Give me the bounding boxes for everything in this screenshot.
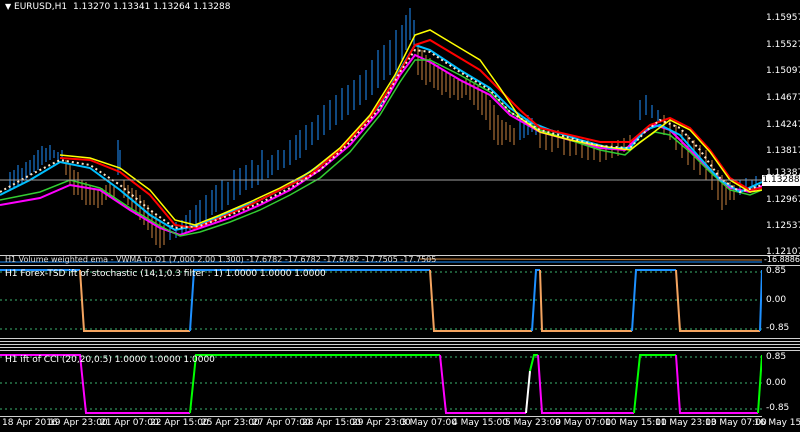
chart-symbol-title: ▼ EURUSD,H1 1.13270 1.13341 1.13264 1.13… — [5, 2, 230, 12]
pane-separator[interactable] — [0, 344, 800, 345]
tsd-tick: 0.00 — [766, 295, 787, 305]
cci-white-line — [525, 370, 531, 414]
main-price-chart[interactable]: ▼ EURUSD,H1 1.13270 1.13341 1.13264 1.13… — [0, 0, 762, 255]
tsd-axis: 0.85 0.00 -0.85 — [762, 266, 800, 338]
cci-title: H1 ift of CCI (20,20,0.5) 1.0000 1.0000 … — [5, 355, 215, 365]
time-tick: 19 Apr 23:00 — [49, 418, 108, 428]
price-tick: 1.14677 — [766, 93, 800, 103]
tsd-tick: -0.85 — [766, 323, 790, 333]
vwma-axis-label: -16.8886 — [764, 255, 800, 264]
tsd-tick: 0.85 — [766, 266, 787, 276]
price-tick: 1.13817 — [766, 146, 800, 156]
vwma-axis: -16.8886 — [762, 255, 800, 265]
time-tick: 5 May 23:00 — [505, 418, 561, 428]
cci-pane[interactable]: H1 ift of CCI (20,20,0.5) 1.0000 1.0000 … — [0, 351, 762, 416]
price-tick: 1.12537 — [766, 221, 800, 231]
cci-magenta-line-4 — [675, 354, 758, 414]
current-price-tag: 1.13288 — [762, 175, 800, 186]
ma-dotted-line — [0, 48, 762, 230]
time-tick: 16 May 15:00 — [754, 418, 800, 428]
candlesticks — [9, 8, 757, 248]
price-tick: 1.12967 — [766, 195, 800, 205]
time-tick: 22 Apr 15:00 — [150, 418, 209, 428]
ohlc-values: 1.13270 1.13341 1.13264 1.13288 — [73, 2, 231, 12]
price-chart-svg — [0, 8, 762, 248]
cci-magenta-line-3 — [537, 354, 634, 414]
ma-green-line — [0, 59, 762, 237]
time-tick: 4 May 15:00 — [452, 418, 508, 428]
pane-separator[interactable] — [0, 341, 800, 342]
tsd-stochastic-pane[interactable]: H1 Forex-TSD ift of stochastic (14,1,0.3… — [0, 266, 762, 338]
cci-magenta-line-2 — [439, 354, 526, 414]
time-tick: 9 May 07:00 — [555, 418, 611, 428]
tsd-title: H1 Forex-TSD ift of stochastic (14,1,0.3… — [5, 269, 326, 279]
price-axis[interactable]: 1.15957 1.15527 1.15097 1.14677 1.14247 … — [762, 0, 800, 257]
price-tick: 1.15097 — [766, 66, 800, 76]
time-tick: 25 Apr 23:00 — [201, 418, 260, 428]
cci-axis: 0.85 0.00 -0.85 — [762, 351, 800, 416]
cci-tick: -0.85 — [766, 403, 790, 413]
time-axis[interactable]: 18 Apr 2016 19 Apr 23:00 21 Apr 07:00 22… — [0, 416, 800, 432]
vwma-title: H1 Volume weighted ema - VWMA to O1 (7,0… — [5, 256, 437, 264]
pane-separator[interactable] — [0, 338, 800, 339]
vwma-indicator-pane[interactable]: H1 Volume weighted ema - VWMA to O1 (7,0… — [0, 256, 762, 265]
time-tick: 3 May 07:00 — [401, 418, 457, 428]
cci-green-line — [189, 354, 440, 414]
cci-tick: 0.00 — [766, 378, 787, 388]
ma-magenta-line — [0, 53, 762, 237]
ma-red-line — [59, 38, 762, 230]
price-tick: 1.15957 — [766, 13, 800, 23]
price-tick: 1.15527 — [766, 40, 800, 50]
tsd-orange-line-4 — [675, 269, 760, 332]
price-tick: 1.14247 — [766, 120, 800, 130]
pane-separator[interactable] — [0, 347, 800, 348]
tsd-blue-line-4 — [631, 269, 676, 332]
collapse-arrow-icon[interactable]: ▼ — [5, 2, 11, 11]
cci-green-line-3 — [633, 354, 676, 414]
cci-tick: 0.85 — [766, 352, 787, 362]
symbol-label: EURUSD,H1 — [14, 2, 68, 12]
